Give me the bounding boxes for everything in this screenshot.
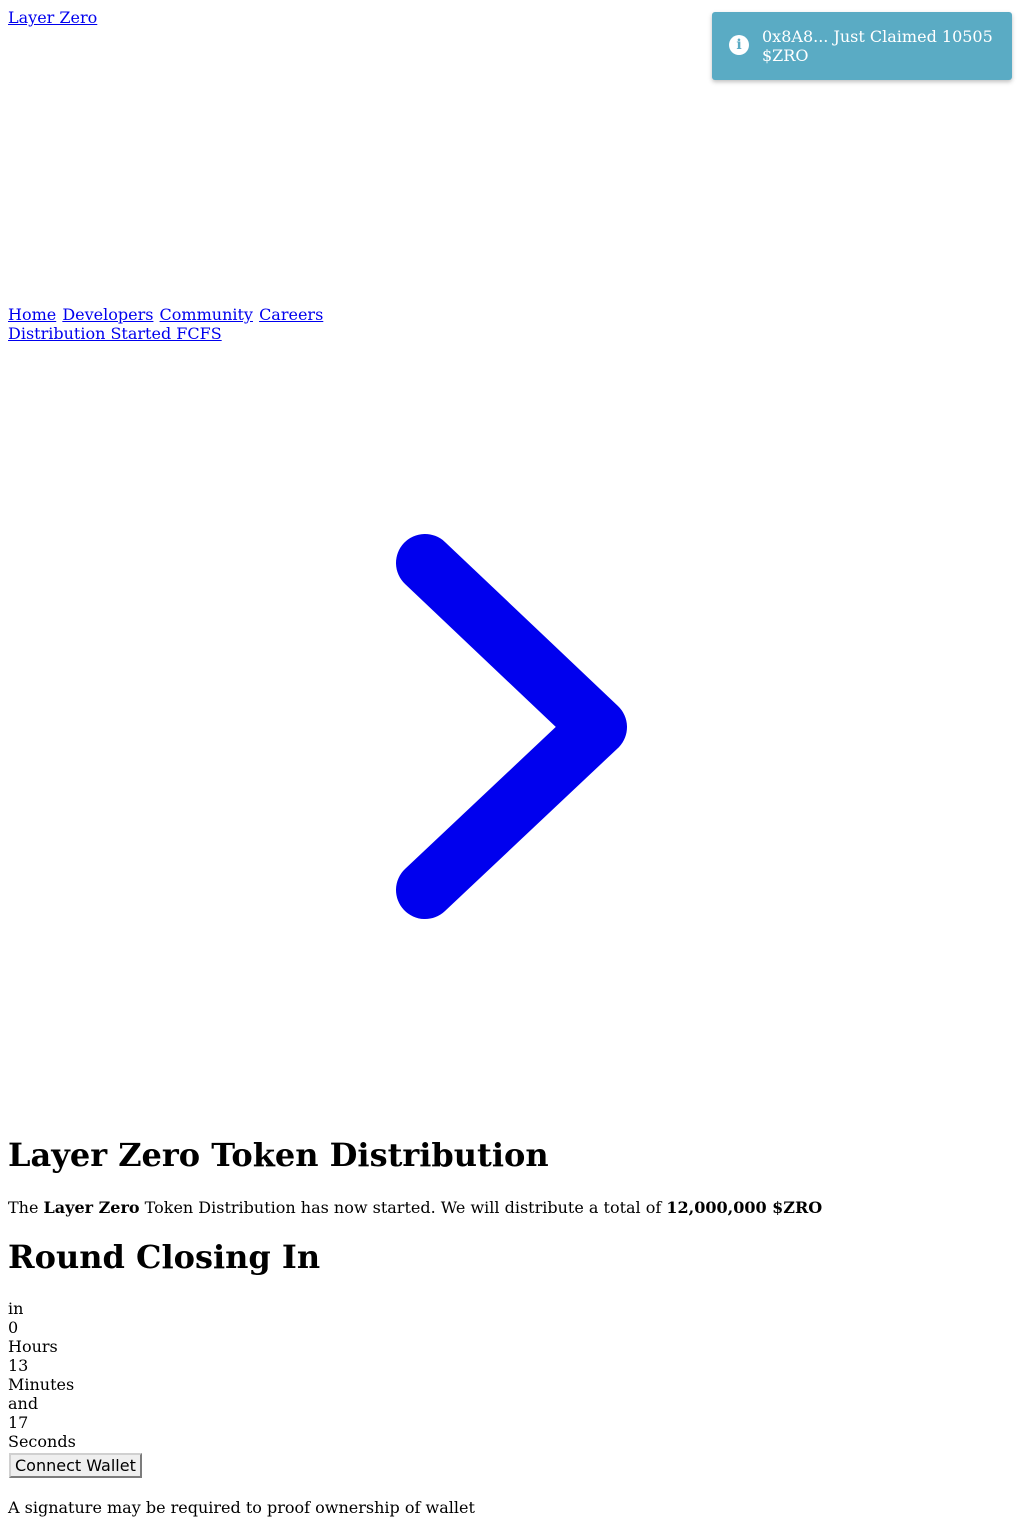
intro-amount: 12,000,000 $ZRO bbox=[666, 1198, 823, 1217]
countdown-seconds-value: 17 bbox=[8, 1413, 29, 1432]
main-nav: Home Developers Community Careers bbox=[8, 305, 324, 324]
distribution-link[interactable]: Distribution Started FCFS bbox=[8, 324, 222, 343]
connect-wallet-button[interactable]: Connect Wallet bbox=[9, 1453, 142, 1478]
nav-item-home[interactable]: Home bbox=[8, 305, 56, 324]
intro-brand: Layer Zero bbox=[43, 1198, 140, 1217]
countdown-hours-label: Hours bbox=[8, 1337, 58, 1356]
toast-message: 0x8A8... Just Claimed 10505 $ZRO bbox=[762, 27, 993, 65]
nav-item-careers[interactable]: Careers bbox=[259, 305, 323, 324]
intro-text: The Layer Zero Token Distribution has no… bbox=[8, 1198, 1018, 1217]
chevron-right-svg bbox=[396, 534, 627, 919]
round-title: Round Closing In bbox=[8, 1238, 321, 1276]
signature-note: A signature may be required to proof own… bbox=[8, 1498, 475, 1517]
page-title: Layer Zero Token Distribution bbox=[8, 1136, 549, 1174]
info-icon: i bbox=[729, 35, 749, 55]
intro-middle: Token Distribution has now started. We w… bbox=[139, 1198, 667, 1217]
claim-toast[interactable]: i 0x8A8... Just Claimed 10505 $ZRO bbox=[712, 12, 1012, 80]
intro-prefix: The bbox=[8, 1198, 44, 1217]
countdown-and-label: and bbox=[8, 1394, 39, 1413]
countdown-in-label: in bbox=[8, 1299, 24, 1318]
nav-item-community[interactable]: Community bbox=[160, 305, 253, 324]
logo-link[interactable]: Layer Zero bbox=[8, 8, 97, 27]
countdown: in 0 Hours 13 Minutes and 17 Seconds bbox=[8, 1299, 76, 1451]
nav-item-developers[interactable]: Developers bbox=[62, 305, 153, 324]
countdown-minutes-label: Minutes bbox=[8, 1375, 75, 1394]
chevron-right-icon[interactable] bbox=[320, 470, 704, 982]
countdown-minutes-value: 13 bbox=[8, 1356, 29, 1375]
countdown-hours-value: 0 bbox=[8, 1318, 19, 1337]
countdown-seconds-label: Seconds bbox=[8, 1432, 76, 1451]
